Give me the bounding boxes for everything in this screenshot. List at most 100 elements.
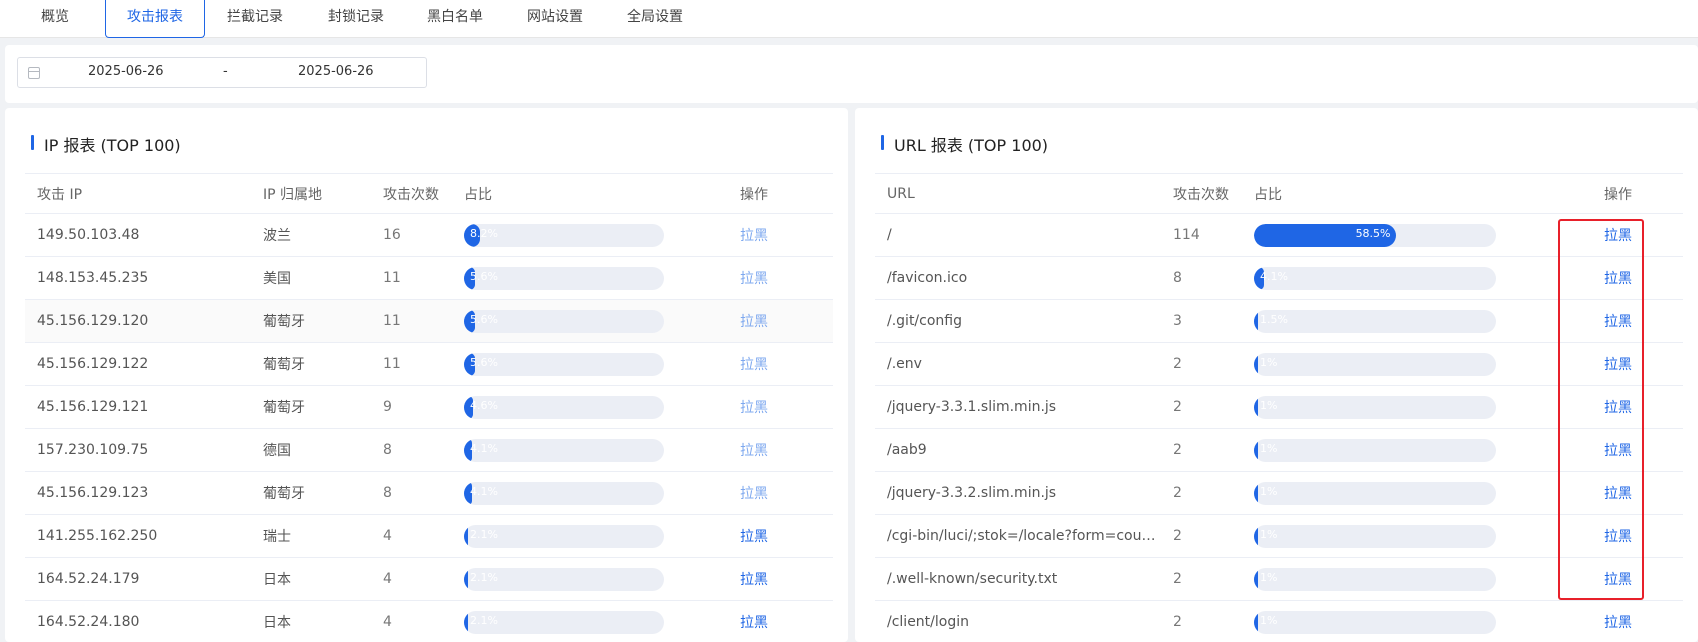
attack-url: /cgi-bin/luci/;stok=/locale?form=country… <box>875 514 1161 558</box>
ip-location: 葡萄牙 <box>251 299 371 343</box>
blacklist-button[interactable]: 拉黑 <box>1604 400 1632 416</box>
attack-ip: 164.52.24.180 <box>25 600 251 642</box>
percentage-label: 5.6% <box>470 269 498 283</box>
blacklist-button[interactable]: 拉黑 <box>1604 529 1632 545</box>
table-row: 45.156.129.123 葡萄牙 8 4.1% 拉黑 <box>25 471 833 515</box>
blacklist-button[interactable]: 拉黑 <box>740 228 768 244</box>
percentage-cell: 1.5% <box>1242 299 1553 343</box>
attack-count: 8 <box>371 471 452 515</box>
ip-location: 德国 <box>251 428 371 472</box>
start-date[interactable]: 2025-06-26 <box>88 64 164 79</box>
percentage-cell: 5.6% <box>452 256 728 300</box>
ip-location: 葡萄牙 <box>251 385 371 429</box>
attack-count: 4 <box>371 514 452 558</box>
percentage-bar-fill <box>1254 352 1258 376</box>
header-attack-ip: 攻击 IP <box>25 173 251 214</box>
blacklist-button[interactable]: 拉黑 <box>740 443 768 459</box>
percentage-bar: 58.5% <box>1254 223 1496 247</box>
action-cell: 拉黑 <box>1553 385 1683 429</box>
percentage-bar-fill <box>1254 395 1258 419</box>
url-report-panel: URL 报表 (TOP 100) URL 攻击次数 占比 操作 /114 58.5… <box>855 108 1698 642</box>
blacklist-button[interactable]: 拉黑 <box>740 529 768 545</box>
attack-count: 11 <box>371 299 452 343</box>
ip-report-table: 攻击 IP IP 归属地 攻击次数 占比 操作 149.50.103.48 波兰 1… <box>25 173 833 642</box>
attack-ip: 148.153.45.235 <box>25 256 251 300</box>
percentage-cell: 4.1% <box>452 471 728 515</box>
action-cell: 拉黑 <box>728 299 833 343</box>
percentage-bar: 4.1% <box>1254 266 1496 290</box>
percentage-bar-fill <box>1254 567 1258 591</box>
ip-report-title: IP 报表 (TOP 100) <box>31 132 181 156</box>
attack-url: /jquery-3.3.1.slim.min.js <box>875 385 1161 429</box>
percentage-label: 5.6% <box>470 355 498 369</box>
tab-bar: 概览 攻击报表 拦截记录 封锁记录 黑白名单 网站设置 全局设置 <box>0 0 1698 38</box>
action-cell: 拉黑 <box>1553 600 1683 642</box>
blacklist-button[interactable]: 拉黑 <box>740 486 768 502</box>
percentage-label: 4.1% <box>470 484 498 498</box>
table-row: /aab9 2 1% 拉黑 <box>875 428 1683 472</box>
blacklist-button[interactable]: 拉黑 <box>1604 357 1632 373</box>
attack-count: 4 <box>371 557 452 601</box>
blacklist-button[interactable]: 拉黑 <box>1604 486 1632 502</box>
table-row: 148.153.45.235 美国 11 5.6% 拉黑 <box>25 256 833 300</box>
date-range-picker[interactable]: 2025-06-26 - 2025-06-26 <box>17 57 427 88</box>
percentage-bar: 1.5% <box>1254 309 1496 333</box>
table-row: 45.156.129.121 葡萄牙 9 4.6% 拉黑 <box>25 385 833 429</box>
tab-black-white-list[interactable]: 黑白名单 <box>420 0 490 38</box>
table-row: 141.255.162.250 瑞士 4 2.1% 拉黑 <box>25 514 833 558</box>
action-cell: 拉黑 <box>728 385 833 429</box>
tab-block-log[interactable]: 封锁记录 <box>321 0 391 38</box>
table-row: /jquery-3.3.2.slim.min.js 2 1% 拉黑 <box>875 471 1683 515</box>
tab-site-settings[interactable]: 网站设置 <box>520 0 590 38</box>
attack-ip: 141.255.162.250 <box>25 514 251 558</box>
header-ip-location: IP 归属地 <box>251 173 371 214</box>
blacklist-button[interactable]: 拉黑 <box>1604 443 1632 459</box>
blacklist-button[interactable]: 拉黑 <box>740 271 768 287</box>
end-date[interactable]: 2025-06-26 <box>298 64 374 79</box>
tab-global-settings[interactable]: 全局设置 <box>620 0 690 38</box>
percentage-label: 1% <box>1260 355 1278 369</box>
blacklist-button[interactable]: 拉黑 <box>740 615 768 631</box>
blacklist-button[interactable]: 拉黑 <box>740 357 768 373</box>
blacklist-button[interactable]: 拉黑 <box>1604 314 1632 330</box>
percentage-label: 4.1% <box>1260 269 1288 283</box>
action-cell: 拉黑 <box>1553 213 1683 257</box>
action-cell: 拉黑 <box>728 342 833 386</box>
blacklist-button[interactable]: 拉黑 <box>740 572 768 588</box>
table-row: 45.156.129.120 葡萄牙 11 5.6% 拉黑 <box>25 299 833 343</box>
action-cell: 拉黑 <box>1553 342 1683 386</box>
action-cell: 拉黑 <box>728 428 833 472</box>
filter-bar: 2025-06-26 - 2025-06-26 <box>5 45 1698 103</box>
percentage-bar: 1% <box>1254 438 1496 462</box>
blacklist-button[interactable]: 拉黑 <box>740 400 768 416</box>
blacklist-button[interactable]: 拉黑 <box>1604 228 1632 244</box>
header-percentage: 占比 <box>452 173 728 214</box>
table-row: 164.52.24.180 日本 4 2.1% 拉黑 <box>25 600 833 642</box>
table-row: /jquery-3.3.1.slim.min.js 2 1% 拉黑 <box>875 385 1683 429</box>
percentage-cell: 58.5% <box>1242 213 1553 257</box>
date-separator: - <box>223 64 228 79</box>
tab-overview[interactable]: 概览 <box>28 0 82 38</box>
attack-ip: 157.230.109.75 <box>25 428 251 472</box>
attack-ip: 149.50.103.48 <box>25 213 251 257</box>
attack-url: /.git/config <box>875 299 1161 343</box>
url-table-header: URL 攻击次数 占比 操作 <box>875 173 1683 214</box>
attack-url: /jquery-3.3.2.slim.min.js <box>875 471 1161 515</box>
blacklist-button[interactable]: 拉黑 <box>1604 615 1632 631</box>
tab-intercept-log[interactable]: 拦截记录 <box>220 0 290 38</box>
blacklist-button[interactable]: 拉黑 <box>740 314 768 330</box>
blacklist-button[interactable]: 拉黑 <box>1604 572 1632 588</box>
attack-count: 11 <box>371 256 452 300</box>
attack-url: /favicon.ico <box>875 256 1161 300</box>
attack-count: 11 <box>371 342 452 386</box>
attack-count: 2 <box>1161 600 1242 642</box>
blacklist-button[interactable]: 拉黑 <box>1604 271 1632 287</box>
tab-attack-report[interactable]: 攻击报表 <box>105 0 205 38</box>
percentage-bar: 1% <box>1254 395 1496 419</box>
attack-count: 2 <box>1161 557 1242 601</box>
percentage-bar-fill <box>1254 438 1258 462</box>
percentage-label: 1% <box>1260 570 1278 584</box>
attack-count: 16 <box>371 213 452 257</box>
percentage-cell: 4.1% <box>452 428 728 472</box>
ip-report-panel: IP 报表 (TOP 100) 攻击 IP IP 归属地 攻击次数 占比 操作 … <box>5 108 848 642</box>
